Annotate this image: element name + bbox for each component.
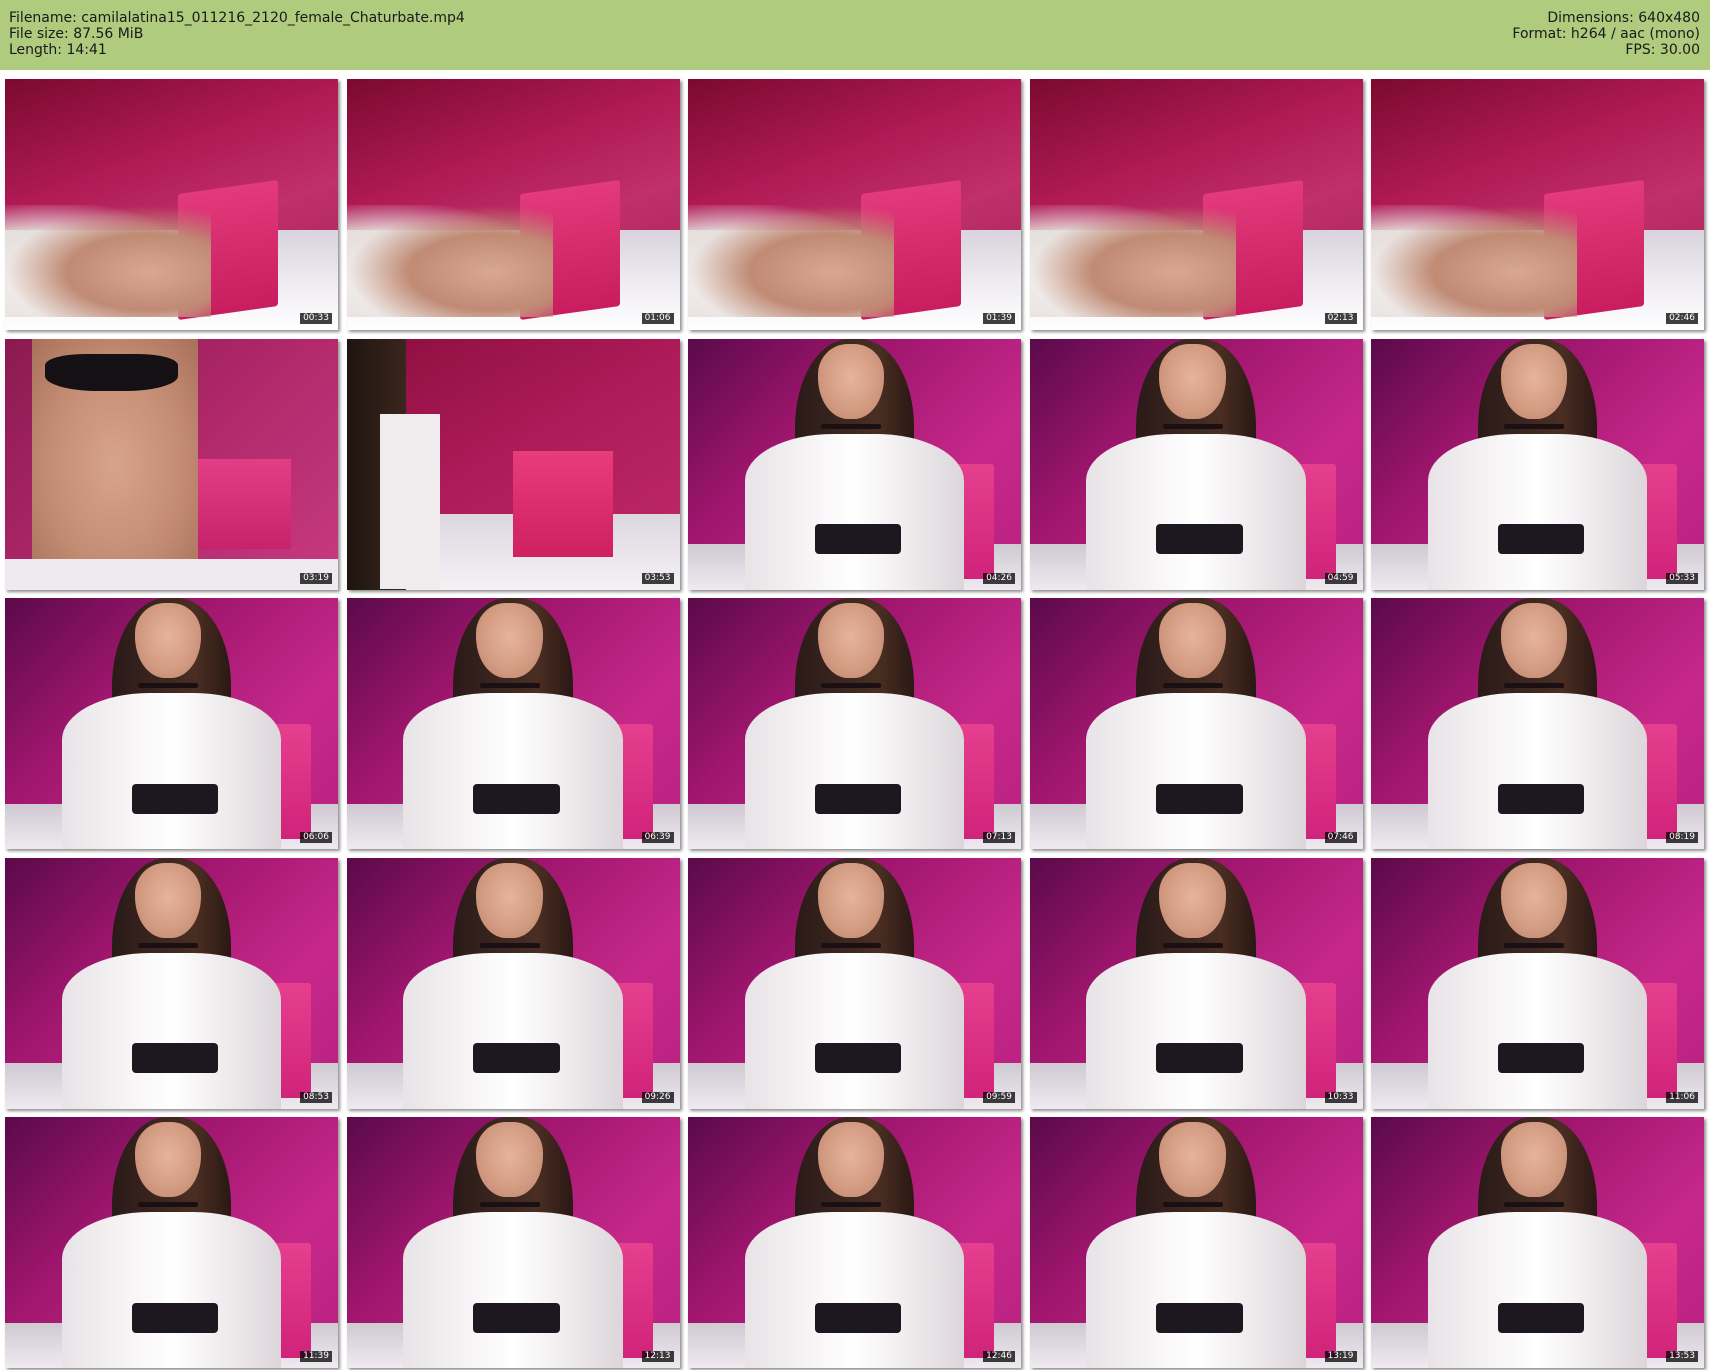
info-header: Filename: camilalatina15_011216_2120_fem… xyxy=(0,0,1710,70)
thumbnail[interactable]: 07:13 xyxy=(688,598,1021,849)
filesize-text: File size: 87.56 MiB xyxy=(9,26,144,42)
file-info-right: Dimensions: 640x480 Format: h264 / aac (… xyxy=(1512,10,1700,58)
frame-image xyxy=(1029,598,1363,849)
frame-image xyxy=(5,857,338,1109)
thumbnail[interactable]: 12:46 xyxy=(688,1117,1021,1368)
thumbnail[interactable]: 13:53 xyxy=(1371,1117,1704,1368)
filename-text: Filename: camilalatina15_011216_2120_fem… xyxy=(9,10,465,26)
frame-image xyxy=(1371,857,1704,1109)
frame-image xyxy=(1029,1117,1363,1368)
thumbnail-timestamp: 10:33 xyxy=(1324,1091,1357,1103)
thumbnail[interactable]: 01:06 xyxy=(346,79,680,330)
thumbnail-timestamp: 08:19 xyxy=(1666,832,1698,843)
frame-image xyxy=(1371,338,1704,590)
thumbnail-timestamp: 11:39 xyxy=(300,1351,332,1362)
thumbnail[interactable]: 08:53 xyxy=(5,857,338,1109)
frame-image xyxy=(688,857,1021,1109)
thumbnail-timestamp: 06:39 xyxy=(641,832,674,843)
frame-image xyxy=(1029,857,1363,1109)
thumbnail-timestamp: 03:19 xyxy=(300,572,332,584)
thumbnail[interactable]: 09:26 xyxy=(346,857,680,1109)
frame-image xyxy=(346,857,680,1109)
thumbnail-timestamp: 09:26 xyxy=(641,1091,674,1103)
thumbnail[interactable]: 13:19 xyxy=(1029,1117,1363,1368)
thumbnail[interactable]: 10:33 xyxy=(1029,857,1363,1109)
thumbnail-timestamp: 03:53 xyxy=(641,572,674,584)
thumbnail-timestamp: 13:19 xyxy=(1324,1351,1357,1362)
thumbnail-timestamp: 07:46 xyxy=(1324,832,1357,843)
frame-image xyxy=(346,79,680,330)
thumbnail-timestamp: 12:46 xyxy=(983,1351,1015,1362)
thumbnail[interactable]: 07:46 xyxy=(1029,598,1363,849)
thumbnail-timestamp: 04:26 xyxy=(983,572,1015,584)
thumbnail[interactable]: 05:33 xyxy=(1371,338,1704,590)
frame-image xyxy=(688,338,1021,590)
thumbnail-timestamp: 05:33 xyxy=(1666,572,1698,584)
thumbnail-timestamp: 01:39 xyxy=(983,313,1015,324)
thumbnail[interactable]: 03:19 xyxy=(5,338,338,590)
frame-image xyxy=(1371,1117,1704,1368)
frame-image xyxy=(346,1117,680,1368)
thumbnail[interactable]: 06:39 xyxy=(346,598,680,849)
thumbnail[interactable]: 03:53 xyxy=(346,338,680,590)
frame-image xyxy=(1029,79,1363,330)
thumbnail[interactable]: 12:13 xyxy=(346,1117,680,1368)
frame-image xyxy=(1371,79,1704,330)
fps-text: FPS: 30.00 xyxy=(1625,42,1700,58)
thumbnail-timestamp: 09:59 xyxy=(983,1091,1015,1103)
thumbnail[interactable]: 11:39 xyxy=(5,1117,338,1368)
thumbnail-timestamp: 02:46 xyxy=(1666,313,1698,324)
frame-image xyxy=(1371,598,1704,849)
thumbnail[interactable]: 04:59 xyxy=(1029,338,1363,590)
frame-image xyxy=(5,338,338,590)
thumbnail-timestamp: 08:53 xyxy=(300,1091,332,1103)
thumbnail[interactable]: 00:33 xyxy=(5,79,338,330)
thumbnail[interactable]: 09:59 xyxy=(688,857,1021,1109)
file-info-left: Filename: camilalatina15_011216_2120_fem… xyxy=(9,10,465,58)
thumbnail-timestamp: 07:13 xyxy=(983,832,1015,843)
thumbnail-timestamp: 00:33 xyxy=(300,313,332,324)
dimensions-text: Dimensions: 640x480 xyxy=(1547,10,1700,26)
thumbnail-timestamp: 06:06 xyxy=(300,832,332,843)
frame-image xyxy=(5,79,338,330)
thumbnail-grid: 00:33 01:06 01:39 02:13 02:46 03:19 03:53 04:26… xyxy=(5,79,1705,1368)
format-text: Format: h264 / aac (mono) xyxy=(1512,26,1700,42)
thumbnail-timestamp: 12:13 xyxy=(641,1351,674,1362)
frame-image xyxy=(346,338,680,590)
thumbnail[interactable]: 11:06 xyxy=(1371,857,1704,1109)
thumbnail-timestamp: 02:13 xyxy=(1324,313,1357,324)
thumbnail-timestamp: 13:53 xyxy=(1666,1351,1698,1362)
length-text: Length: 14:41 xyxy=(9,42,107,58)
thumbnail-timestamp: 04:59 xyxy=(1324,572,1357,584)
thumbnail[interactable]: 02:46 xyxy=(1371,79,1704,330)
thumbnail-timestamp: 01:06 xyxy=(641,313,674,324)
thumbnail-timestamp: 11:06 xyxy=(1666,1091,1698,1103)
frame-image xyxy=(688,1117,1021,1368)
thumbnail[interactable]: 04:26 xyxy=(688,338,1021,590)
frame-image xyxy=(688,598,1021,849)
thumbnail[interactable]: 08:19 xyxy=(1371,598,1704,849)
frame-image xyxy=(5,598,338,849)
frame-image xyxy=(688,79,1021,330)
frame-image xyxy=(346,598,680,849)
frame-image xyxy=(1029,338,1363,590)
frame-image xyxy=(5,1117,338,1368)
thumbnail[interactable]: 06:06 xyxy=(5,598,338,849)
thumbnail[interactable]: 02:13 xyxy=(1029,79,1363,330)
thumbnail[interactable]: 01:39 xyxy=(688,79,1021,330)
